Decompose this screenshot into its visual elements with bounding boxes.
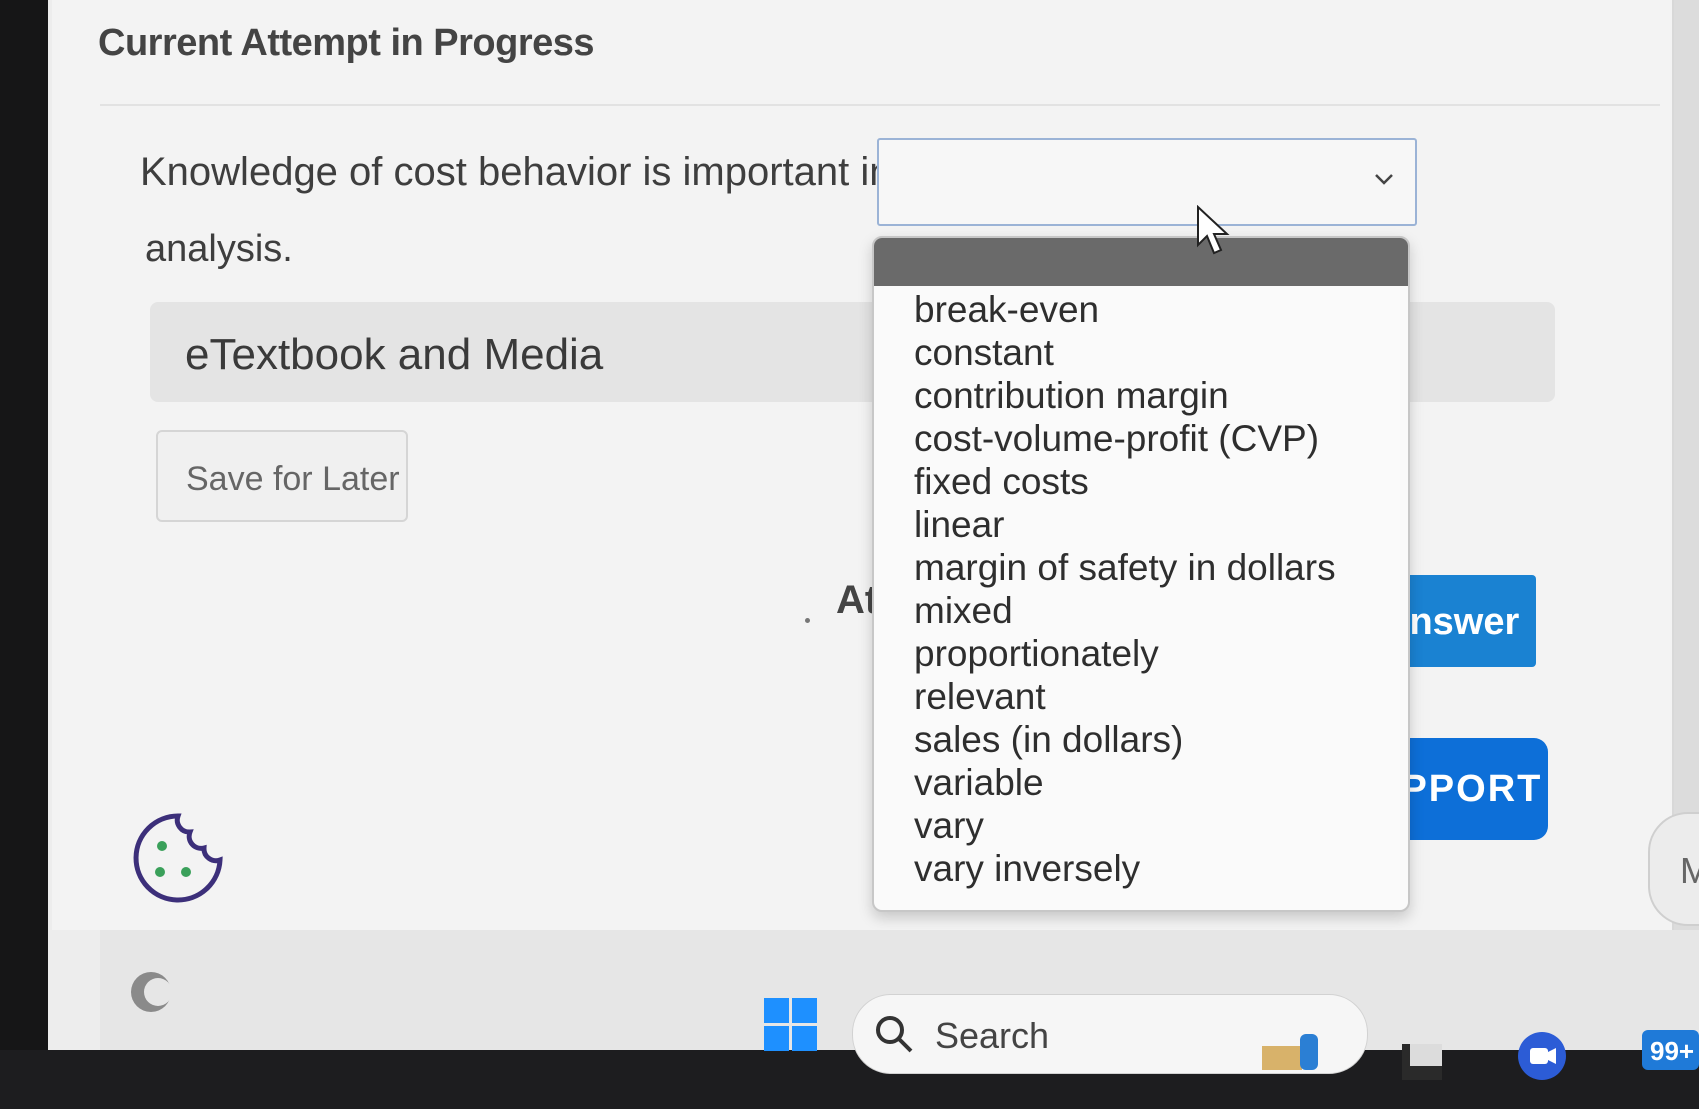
dropdown-options-list: break-even constant contribution margin cos… — [914, 288, 1336, 890]
dropdown-option[interactable]: break-even — [914, 288, 1336, 331]
dropdown-option[interactable]: fixed costs — [914, 460, 1336, 503]
video-meeting-icon[interactable] — [1514, 1030, 1570, 1082]
dropdown-option[interactable]: constant — [914, 331, 1336, 374]
question-text-before: Knowledge of cost behavior is important … — [140, 150, 892, 194]
dropdown-option[interactable]: proportionately — [914, 632, 1336, 675]
decorative-dot — [805, 618, 810, 623]
notification-count: 99+ — [1650, 1036, 1695, 1066]
search-placeholder: Search — [935, 1015, 1050, 1056]
dropdown-option[interactable]: contribution margin — [914, 374, 1336, 417]
side-panel-label: M — [1680, 850, 1699, 891]
title-divider — [100, 104, 1660, 106]
dropdown-option[interactable]: mixed — [914, 589, 1336, 632]
dropdown-option[interactable]: margin of safety in dollars — [914, 546, 1336, 589]
windows-logo-quad — [764, 1026, 789, 1051]
windows-logo-quad — [764, 998, 789, 1023]
save-button-label: Save for Later — [186, 460, 400, 498]
refresh-icon[interactable] — [126, 968, 176, 1016]
windows-logo-quad — [792, 998, 817, 1023]
cookie-icon[interactable] — [130, 810, 226, 906]
dropdown-option[interactable]: sales (in dollars) — [914, 718, 1336, 761]
mouse-cursor-icon — [1197, 205, 1230, 255]
notes-app-icon[interactable] — [1260, 1030, 1320, 1074]
dropdown-option[interactable]: variable — [914, 761, 1336, 804]
windows-logo-quad — [792, 1026, 817, 1051]
monitor-bezel — [0, 0, 52, 1109]
windows-start-icon[interactable] — [764, 998, 818, 1052]
answer-select[interactable] — [877, 138, 1417, 226]
etextbook-label: eTextbook and Media — [185, 330, 604, 379]
dropdown-option[interactable]: cost-volume-profit (CVP) — [914, 417, 1336, 460]
dropdown-option[interactable]: linear — [914, 503, 1336, 546]
file-explorer-icon[interactable] — [1400, 1040, 1446, 1084]
page-title: Current Attempt in Progress — [98, 22, 595, 64]
question-text-after: analysis. — [145, 228, 293, 270]
search-icon — [876, 1016, 913, 1053]
dropdown-option[interactable]: relevant — [914, 675, 1336, 718]
answer-dropdown-menu[interactable]: break-even constant contribution margin cos… — [872, 236, 1410, 912]
dropdown-blank-option[interactable] — [874, 238, 1408, 286]
dropdown-option[interactable]: vary — [914, 804, 1336, 847]
dropdown-option[interactable]: vary inversely — [914, 847, 1336, 890]
notification-badge[interactable]: 99+ — [1642, 1030, 1699, 1070]
save-for-later-button[interactable]: Save for Later — [156, 430, 408, 522]
chevron-down-icon — [1375, 174, 1393, 185]
